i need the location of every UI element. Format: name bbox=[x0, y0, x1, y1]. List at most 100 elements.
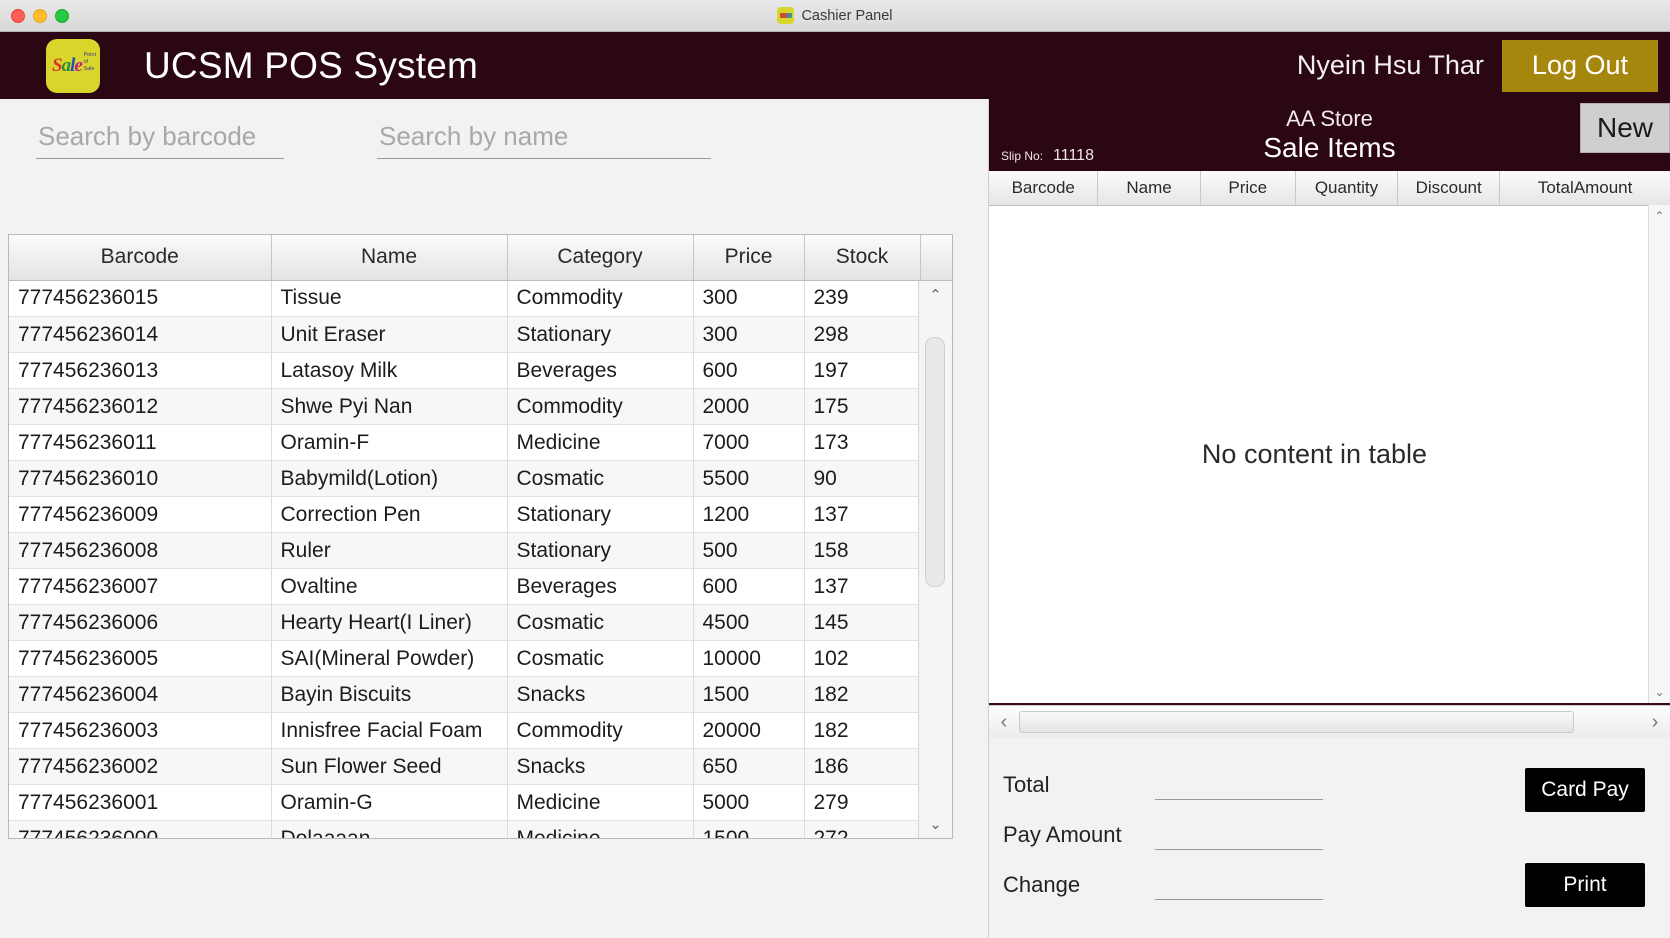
table-cell-price: 4500 bbox=[693, 605, 804, 641]
products-table-header: Barcode Name Category Price Stock bbox=[9, 235, 953, 281]
table-cell-stock: 298 bbox=[804, 317, 920, 353]
table-cell-name: Latasoy Milk bbox=[271, 353, 507, 389]
search-barcode-input[interactable] bbox=[36, 119, 284, 159]
table-cell-barcode: 777456236000 bbox=[9, 821, 271, 839]
column-header-category[interactable]: Category bbox=[507, 235, 693, 280]
table-cell-category: Commodity bbox=[507, 281, 693, 317]
column-header-price[interactable]: Price bbox=[693, 235, 804, 280]
column-header-name[interactable]: Name bbox=[271, 235, 507, 280]
table-cell-stock: 102 bbox=[804, 641, 920, 677]
sale-column-header-totalamount[interactable]: TotalAmount bbox=[1500, 171, 1670, 205]
table-row[interactable]: 777456236008RulerStationary500158 bbox=[9, 533, 952, 569]
sale-scroll-up-icon[interactable]: ⌃ bbox=[1649, 205, 1670, 227]
sale-column-header-price[interactable]: Price bbox=[1200, 171, 1295, 205]
table-row[interactable]: 777456236005SAI(Mineral Powder)Cosmatic 1… bbox=[9, 641, 952, 677]
table-cell-category: Commodity bbox=[507, 389, 693, 425]
table-cell-category: Medicine bbox=[507, 821, 693, 839]
table-cell-price: 500 bbox=[693, 533, 804, 569]
table-cell-name: Hearty Heart(I Liner) bbox=[271, 605, 507, 641]
products-table-body-scroll: 777456236015TissueCommodity3002397774562… bbox=[9, 281, 952, 839]
sale-column-header-quantity[interactable]: Quantity bbox=[1295, 171, 1397, 205]
sale-pane: AA Store Sale Items Slip No: 11118 New B… bbox=[988, 99, 1670, 938]
table-cell-name: SAI(Mineral Powder) bbox=[271, 641, 507, 677]
table-cell-category: Snacks bbox=[507, 677, 693, 713]
slip-number-label: Slip No: bbox=[1001, 149, 1043, 163]
table-row[interactable]: 777456236003Innisfree Facial FoamCommodi… bbox=[9, 713, 952, 749]
table-cell-price: 2000 bbox=[693, 389, 804, 425]
column-header-barcode[interactable]: Barcode bbox=[9, 235, 271, 280]
maximize-window-icon[interactable] bbox=[55, 9, 69, 23]
table-cell-stock: 145 bbox=[804, 605, 920, 641]
table-cell-category: Snacks bbox=[507, 749, 693, 785]
table-cell-price: 650 bbox=[693, 749, 804, 785]
totals-panel: Total Pay Amount Change Card Pay Print bbox=[989, 738, 1670, 938]
minimize-window-icon[interactable] bbox=[33, 9, 47, 23]
close-window-icon[interactable] bbox=[11, 9, 25, 23]
products-vertical-scrollbar[interactable]: ⌃ ⌄ bbox=[918, 281, 952, 839]
table-cell-barcode: 777456236006 bbox=[9, 605, 271, 641]
table-row[interactable]: 777456236009Correction PenStationary1200… bbox=[9, 497, 952, 533]
sale-scroll-down-icon[interactable]: ⌄ bbox=[1649, 681, 1670, 703]
table-cell-price: 1500 bbox=[693, 821, 804, 839]
sale-column-header-name[interactable]: Name bbox=[1098, 171, 1200, 205]
scroll-left-icon[interactable]: ‹ bbox=[989, 711, 1019, 734]
table-cell-stock: 197 bbox=[804, 353, 920, 389]
table-row[interactable]: 777456236001Oramin-GMedicine5000279 bbox=[9, 785, 952, 821]
table-row[interactable]: 777456236015TissueCommodity300239 bbox=[9, 281, 952, 317]
sale-column-header-barcode[interactable]: Barcode bbox=[989, 171, 1098, 205]
app-logo-text: Sale bbox=[52, 55, 82, 77]
total-input[interactable] bbox=[1155, 771, 1323, 800]
table-cell-barcode: 777456236007 bbox=[9, 569, 271, 605]
table-cell-name: Bayin Biscuits bbox=[271, 677, 507, 713]
table-cell-stock: 158 bbox=[804, 533, 920, 569]
window-title: Cashier Panel bbox=[0, 0, 1670, 31]
table-cell-barcode: 777456236002 bbox=[9, 749, 271, 785]
scroll-down-icon[interactable]: ⌄ bbox=[919, 810, 952, 838]
app-logo-subtext: PointofSale bbox=[83, 52, 96, 73]
table-row[interactable]: 777456236002Sun Flower SeedSnacks650186 bbox=[9, 749, 952, 785]
table-row[interactable]: 777456236014Unit EraserStationary300298 bbox=[9, 317, 952, 353]
column-header-stock[interactable]: Stock bbox=[804, 235, 920, 280]
search-name-input[interactable] bbox=[377, 119, 711, 159]
table-cell-barcode: 777456236015 bbox=[9, 281, 271, 317]
table-cell-stock: 279 bbox=[804, 785, 920, 821]
logout-button[interactable]: Log Out bbox=[1502, 40, 1658, 92]
table-cell-price: 300 bbox=[693, 281, 804, 317]
table-row[interactable]: 777456236006Hearty Heart(I Liner)Cosmati… bbox=[9, 605, 952, 641]
products-table-body: 777456236015TissueCommodity3002397774562… bbox=[9, 281, 952, 839]
total-label: Total bbox=[1003, 772, 1155, 798]
table-row[interactable]: 777456236000DolaaaanMedicine1500272 bbox=[9, 821, 952, 839]
table-cell-barcode: 777456236008 bbox=[9, 533, 271, 569]
sale-horizontal-scrollbar[interactable]: ‹ › bbox=[989, 705, 1670, 738]
main-content: Barcode Name Category Price Stock 777456… bbox=[0, 99, 1670, 938]
products-scroll-thumb[interactable] bbox=[925, 337, 945, 587]
table-row[interactable]: 777456236012Shwe Pyi NanCommodity2000175 bbox=[9, 389, 952, 425]
table-cell-category: Cosmatic bbox=[507, 641, 693, 677]
new-sale-button[interactable]: New bbox=[1580, 103, 1670, 153]
change-input[interactable] bbox=[1155, 871, 1323, 900]
table-row[interactable]: 777456236010Babymild(Lotion)Cosmatic5500… bbox=[9, 461, 952, 497]
table-cell-price: 7000 bbox=[693, 425, 804, 461]
sale-column-header-discount[interactable]: Discount bbox=[1398, 171, 1500, 205]
card-pay-button[interactable]: Card Pay bbox=[1525, 768, 1645, 812]
table-cell-stock: 182 bbox=[804, 713, 920, 749]
sale-hscroll-track[interactable] bbox=[1019, 710, 1640, 734]
table-cell-barcode: 777456236005 bbox=[9, 641, 271, 677]
pay-amount-input[interactable] bbox=[1155, 821, 1323, 850]
products-scroll-track[interactable] bbox=[919, 309, 952, 811]
sale-hscroll-thumb[interactable] bbox=[1019, 711, 1574, 733]
table-row[interactable]: 777456236007OvaltineBeverages600137 bbox=[9, 569, 952, 605]
sale-vertical-scrollbar[interactable]: ⌃ ⌄ bbox=[1648, 205, 1670, 703]
pay-amount-row: Pay Amount bbox=[1003, 810, 1670, 860]
print-button[interactable]: Print bbox=[1525, 863, 1645, 907]
scroll-right-icon[interactable]: › bbox=[1640, 711, 1670, 734]
table-row[interactable]: 777456236011Oramin-FMedicine7000173 bbox=[9, 425, 952, 461]
sale-panel-header: AA Store Sale Items Slip No: 11118 New bbox=[989, 99, 1670, 171]
scroll-up-icon[interactable]: ⌃ bbox=[919, 281, 952, 309]
sale-table-empty-message: No content in table bbox=[989, 206, 1670, 704]
table-row[interactable]: 777456236004Bayin BiscuitsSnacks1500182 bbox=[9, 677, 952, 713]
table-cell-category: Stationary bbox=[507, 533, 693, 569]
table-row[interactable]: 777456236013Latasoy MilkBeverages600197 bbox=[9, 353, 952, 389]
table-cell-name: Tissue bbox=[271, 281, 507, 317]
table-cell-barcode: 777456236012 bbox=[9, 389, 271, 425]
